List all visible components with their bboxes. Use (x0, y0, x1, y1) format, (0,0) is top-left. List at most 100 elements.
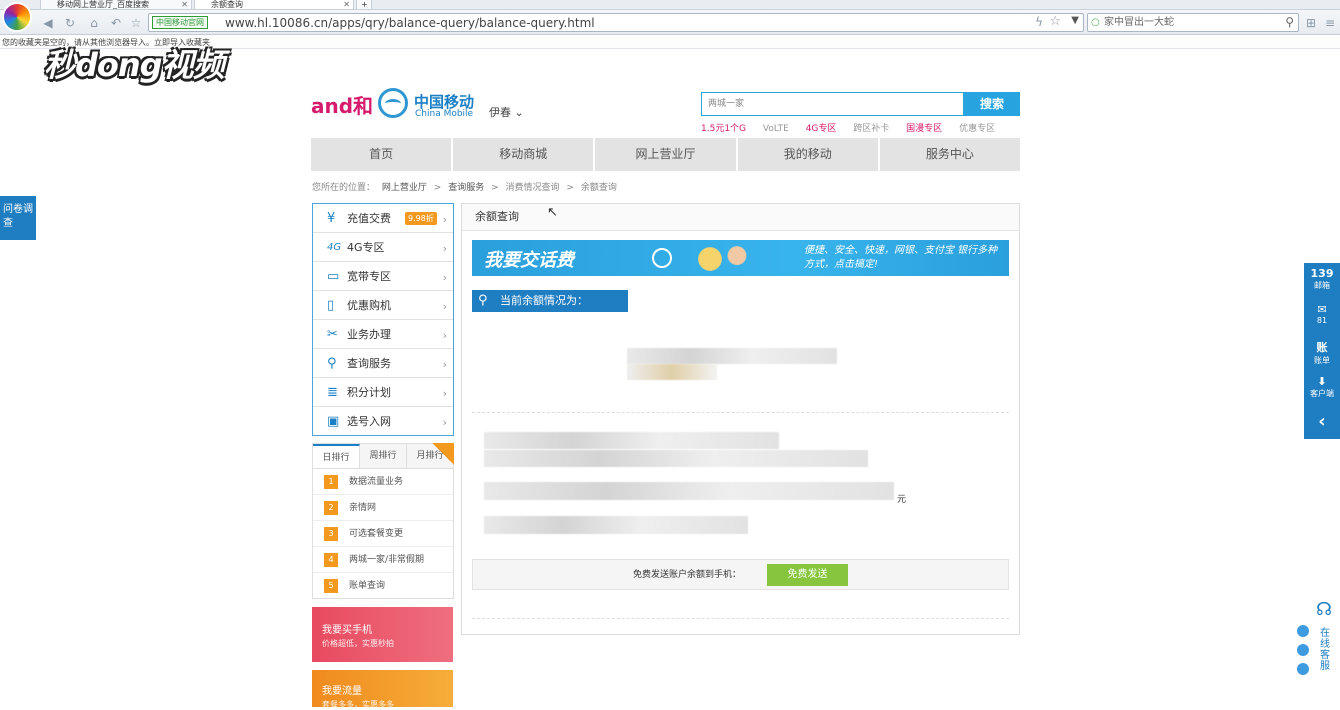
weibo-icon[interactable] (1297, 644, 1309, 656)
breadcrumb-link[interactable]: 网上营业厅 (382, 183, 427, 193)
city-selector[interactable]: 伊春 ⌄ (489, 104, 524, 120)
breadcrumb-link[interactable]: 查询服务 (448, 183, 484, 193)
sidebar-item-label: 选号入网 (347, 415, 391, 428)
download-icon: ⬇ (1317, 375, 1327, 388)
chevron-right-icon: › (442, 329, 447, 342)
tab-daily[interactable]: 日排行 (313, 444, 360, 468)
panel-title: 余额查询 (462, 204, 1019, 231)
chevron-down-icon[interactable]: ▼ (1071, 15, 1079, 26)
nav-service-center[interactable]: 服务中心 (879, 138, 1021, 171)
tab-weekly[interactable]: 周排行 (360, 444, 407, 468)
new-tab-button[interactable]: + (356, 0, 372, 10)
promo-data-plan[interactable]: 我要流量 套餐多多，实惠多多 (312, 670, 453, 709)
star-icon[interactable]: ☆ (128, 15, 144, 31)
quick-link[interactable]: 4G专区 (806, 124, 837, 134)
breadcrumb-separator: > (433, 183, 442, 193)
sidebar-item-query[interactable]: ⚲ 查询服务 › (313, 349, 453, 378)
sidebar-item-broadband[interactable]: ▭ 宽带专区 › (313, 262, 453, 291)
home-icon[interactable]: ⌂ (86, 15, 102, 31)
rank-item[interactable]: 5 账单查询 (313, 573, 453, 599)
sidebar-item-4g[interactable]: 4G 4G专区 › (313, 233, 453, 262)
dock-bill[interactable]: 账账单 (1304, 335, 1340, 371)
sidebar-item-points[interactable]: ≣ 积分计划 › (313, 378, 453, 407)
rank-item[interactable]: 4 两城一家/非常假期 (313, 547, 453, 573)
tab-label: 余额查询 (211, 0, 243, 9)
free-send-button[interactable]: 免费发送 (767, 564, 848, 586)
menu-icon[interactable]: ≡ (1322, 15, 1338, 31)
close-tab-icon[interactable]: ✕ (343, 0, 350, 9)
customer-service-label[interactable]: 在线客服 (1320, 628, 1332, 672)
chevron-right-icon: › (442, 300, 447, 313)
rank-item[interactable]: 2 亲情网 (313, 495, 453, 521)
browser-tab-baidu[interactable]: 移动网上营业厅_百度搜索 ✕ (40, 0, 192, 10)
play-icon (652, 248, 672, 268)
chevron-right-icon: › (442, 213, 447, 226)
dock-collapse[interactable]: ‹ (1304, 407, 1340, 443)
dock-messages[interactable]: ✉ 81 (1304, 299, 1340, 335)
chat-icon[interactable] (1297, 625, 1309, 637)
nav-mall[interactable]: 移动商城 (453, 138, 594, 171)
breadcrumb-separator: > (491, 183, 499, 193)
promo-buy-phone[interactable]: 我要买手机 价格超低，实惠秒拍 (312, 607, 453, 662)
blurred-value (484, 482, 894, 500)
browser-tab-balance[interactable]: 余额查询 ✕ (194, 0, 354, 10)
dock-small: 81 (1316, 316, 1328, 325)
dock-small: 客户端 (1310, 389, 1334, 398)
rank-label: 亲情网 (349, 503, 377, 513)
site-search-button[interactable]: 搜索 (964, 92, 1020, 116)
promo-title: 我要流量 (322, 686, 362, 697)
quick-link[interactable]: 优惠专区 (959, 124, 995, 134)
divider (472, 412, 1009, 413)
nav-online-hall[interactable]: 网上营业厅 (595, 138, 736, 171)
nav-home[interactable]: 首页 (311, 138, 452, 171)
dock-big: 139 (1310, 267, 1334, 280)
promo-subtitle: 价格超低，实惠秒拍 (322, 639, 394, 648)
sim-card-icon: ▣ (327, 414, 340, 429)
brand-he-logo[interactable]: and和 (311, 90, 373, 119)
sidebar-item-number[interactable]: ▣ 选号入网 › (313, 407, 453, 436)
dock-mail139[interactable]: 139 邮箱 (1304, 263, 1340, 299)
sidebar-item-phones[interactable]: ▯ 优惠购机 › (313, 291, 453, 320)
chevron-right-icon: › (442, 271, 447, 284)
rank-item[interactable]: 3 可选套餐变更 (313, 521, 453, 547)
blurred-value (627, 364, 717, 380)
dock-client[interactable]: ⬇ 客户端 (1304, 371, 1340, 407)
breadcrumb-link[interactable]: 消费情况查询 (506, 183, 560, 193)
wechat-icon[interactable] (1297, 663, 1309, 675)
nav-my-mobile[interactable]: 我的移动 (737, 138, 878, 171)
ad-copy: 便捷、安全、快速，网银、支付宝 银行多种方式，点击搞定! (804, 245, 998, 270)
browser-search-input[interactable]: ○ 家中冒出一大蛇 ⚲ (1087, 13, 1299, 32)
tab-label: 移动网上营业厅_百度搜索 (57, 0, 149, 9)
ad-title: 我要交话费 (484, 250, 574, 271)
site-search-input[interactable]: 两城一家 (701, 92, 964, 116)
refresh-icon[interactable]: ↻ (62, 15, 78, 31)
sidebar-item-business[interactable]: ✂ 业务办理 › (313, 320, 453, 349)
quick-link[interactable]: 1.5元1个G (701, 124, 746, 134)
sidebar-menu: ¥ 充值交费 9.98折 › 4G 4G专区 › ▭ 宽带专区 › ▯ 优惠购机 › ✂ 业务办理 ›… (312, 203, 454, 436)
back-icon[interactable]: ◀ (40, 15, 56, 31)
bookmark-star-icon[interactable]: ☆ (1049, 14, 1061, 29)
breadcrumb-prefix: 您所在的位置： (312, 183, 376, 193)
balance-heading-text: 当前余额情况为： (500, 294, 588, 307)
balance-panel: 余额查询 我要交话费 便捷、安全、快速，网银、支付宝 银行多种方式，点击搞定! … (461, 203, 1020, 635)
recharge-ad-banner[interactable]: 我要交话费 便捷、安全、快速，网银、支付宝 银行多种方式，点击搞定! (472, 240, 1009, 276)
address-bar[interactable]: 中国移动官网 www.hl.10086.cn/apps/qry/balance-… (148, 13, 1084, 32)
blurred-value (484, 432, 779, 449)
china-mobile-logo-icon[interactable] (378, 88, 408, 118)
lightning-icon[interactable]: ϟ (1035, 15, 1043, 29)
quick-link[interactable]: 国漫专区 (906, 124, 942, 134)
grid-icon[interactable]: ⊞ (1303, 15, 1319, 31)
survey-button[interactable]: 问卷调查 (0, 196, 36, 240)
right-dock: 139 邮箱 ✉ 81 账账单 ⬇ 客户端 ‹ (1304, 263, 1340, 439)
mouse-cursor-icon: ↖ (547, 205, 558, 220)
phone-icon: ▯ (327, 298, 335, 313)
blurred-value (484, 516, 748, 534)
undo-icon[interactable]: ↶ (108, 15, 124, 31)
yuan-icon: ¥ (327, 211, 336, 226)
close-tab-icon[interactable]: ✕ (181, 0, 188, 9)
search-icon[interactable]: ⚲ (1285, 14, 1294, 31)
sidebar-item-recharge[interactable]: ¥ 充值交费 9.98折 › (313, 204, 453, 233)
quick-link[interactable]: 跨区补卡 (853, 124, 889, 134)
rank-item[interactable]: 1 数据流量业务 (313, 469, 453, 495)
quick-link[interactable]: VoLTE (763, 124, 789, 134)
